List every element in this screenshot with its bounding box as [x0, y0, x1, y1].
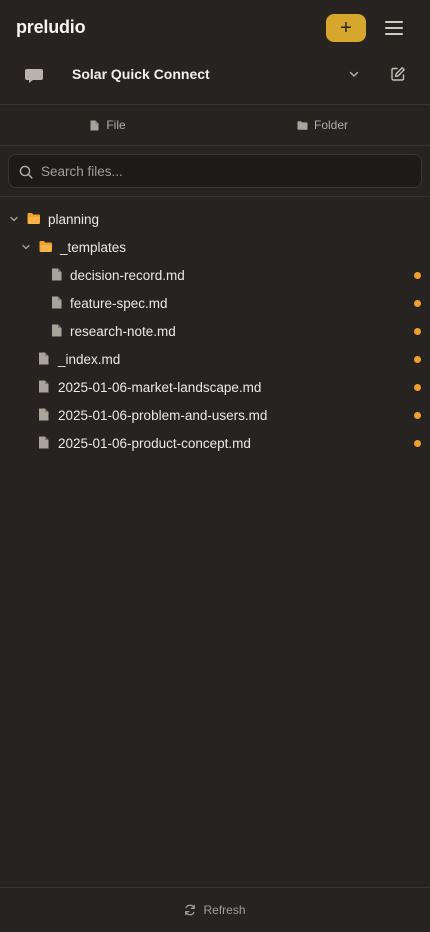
file-icon: [39, 380, 49, 393]
tree-file-label: _index.md: [58, 352, 121, 367]
tree-file-decision-record[interactable]: decision-record.md: [0, 261, 430, 289]
tree-file-label: 2025-01-06-problem-and-users.md: [58, 408, 268, 423]
project-name: Solar Quick Connect: [72, 66, 210, 82]
tree-file-product-concept[interactable]: 2025-01-06-product-concept.md: [0, 429, 430, 457]
file-icon: [39, 352, 49, 365]
file-icon: [52, 296, 62, 309]
refresh-icon: [185, 904, 196, 916]
file-icon: [90, 120, 99, 130]
modified-indicator: [414, 440, 421, 447]
tree-file-research-note[interactable]: research-note.md: [0, 317, 430, 345]
tree-folder-templates[interactable]: _templates: [0, 233, 430, 261]
divider: [0, 145, 430, 146]
chevron-down-icon[interactable]: [22, 243, 30, 251]
folder-open-icon: [27, 213, 41, 224]
file-tab-label: File: [106, 118, 126, 132]
tree-file-label: research-note.md: [70, 324, 176, 339]
modified-indicator: [414, 412, 421, 419]
file-tree: planning _templates decision-record.md f…: [0, 205, 430, 457]
tree-file-label: feature-spec.md: [70, 296, 168, 311]
footer: Refresh: [0, 888, 430, 932]
project-selector[interactable]: Solar Quick Connect: [0, 56, 430, 104]
new-folder-tab[interactable]: Folder: [215, 105, 430, 145]
file-explorer-app: preludio + Solar Quick Connect File Fold…: [0, 0, 430, 932]
folder-open-icon: [39, 241, 53, 252]
modified-indicator: [414, 300, 421, 307]
chat-bubble-icon: [25, 69, 43, 83]
folder-icon: [297, 120, 308, 130]
modified-indicator: [414, 272, 421, 279]
tree-file-label: 2025-01-06-product-concept.md: [58, 436, 251, 451]
new-file-tab[interactable]: File: [0, 105, 215, 145]
refresh-label: Refresh: [203, 903, 246, 917]
file-icon: [39, 408, 49, 421]
tree-folder-label: planning: [48, 212, 100, 227]
edit-icon[interactable]: [390, 66, 406, 82]
refresh-button[interactable]: Refresh: [0, 888, 430, 932]
tree-file-market-landscape[interactable]: 2025-01-06-market-landscape.md: [0, 373, 430, 401]
add-button[interactable]: +: [326, 14, 366, 42]
search-box: [8, 154, 422, 188]
folder-tab-label: Folder: [313, 118, 348, 132]
tree-folder-label: _templates: [60, 240, 127, 255]
file-icon: [52, 324, 62, 337]
chevron-down-icon[interactable]: [348, 68, 360, 80]
modified-indicator: [414, 328, 421, 335]
file-icon: [39, 436, 49, 449]
divider: [0, 196, 430, 197]
tree-file-problem-and-users[interactable]: 2025-01-06-problem-and-users.md: [0, 401, 430, 429]
chevron-down-icon[interactable]: [10, 215, 18, 223]
file-icon: [52, 268, 62, 281]
tree-file-feature-spec[interactable]: feature-spec.md: [0, 289, 430, 317]
tree-file-label: 2025-01-06-market-landscape.md: [58, 380, 262, 395]
hamburger-menu-icon[interactable]: [382, 16, 406, 40]
search-input[interactable]: [41, 155, 411, 187]
app-header: preludio +: [0, 0, 430, 56]
tree-file-label: decision-record.md: [70, 268, 185, 283]
search-icon: [19, 165, 33, 179]
plus-icon: +: [340, 17, 352, 39]
modified-indicator: [414, 384, 421, 391]
brand-logo: preludio: [16, 17, 86, 37]
modified-indicator: [414, 356, 421, 363]
tree-folder-planning[interactable]: planning: [0, 205, 430, 233]
tree-file-index[interactable]: _index.md: [0, 345, 430, 373]
